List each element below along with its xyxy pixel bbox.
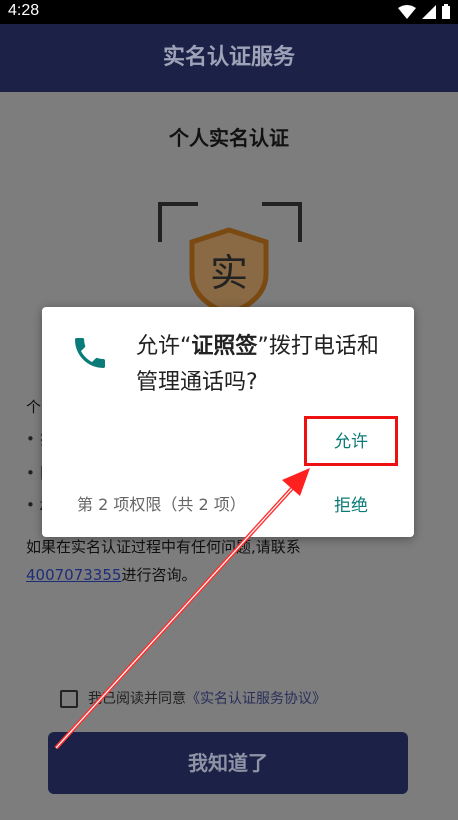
shield-char: 实 xyxy=(210,251,248,295)
status-time: 4:28 xyxy=(8,2,40,19)
agree-checkbox[interactable] xyxy=(60,690,78,708)
ok-button[interactable]: 我知道了 xyxy=(48,732,408,794)
agree-prefix: 我已阅读并同意 xyxy=(88,691,186,707)
deny-button[interactable]: 拒绝 xyxy=(334,491,368,516)
permission-counter: 第 2 项权限（共 2 项） xyxy=(77,495,246,514)
phone-icon xyxy=(75,338,105,368)
intro-text: 个 xyxy=(26,398,42,416)
battery-icon xyxy=(442,4,450,19)
shield-icon: 实 xyxy=(189,227,269,316)
phone-link[interactable]: 4007073355 xyxy=(26,566,121,584)
app-bar: 实名认证服务 xyxy=(0,24,458,92)
signal-icon xyxy=(422,4,436,19)
title-prefix: 允许“ xyxy=(136,334,192,359)
agreement-link[interactable]: 《实名认证服务协议》 xyxy=(186,691,326,707)
app-name: 证照签 xyxy=(191,334,258,359)
contact-text: 如果在实名认证过程中有任何问题,请联系 xyxy=(26,538,301,556)
status-icons xyxy=(398,4,450,19)
dialog-title: 允许“证照签”拨打电话和管理通话吗? xyxy=(136,329,396,401)
status-bar: 4:28 xyxy=(0,0,458,24)
app-title: 实名认证服务 xyxy=(162,45,295,70)
highlight-box xyxy=(304,416,398,466)
contact-line-2: 4007073355进行咨询。 xyxy=(26,564,196,585)
page-heading: 个人实名认证 xyxy=(169,126,289,150)
wifi-icon xyxy=(398,4,416,19)
contact-text-suffix: 进行咨询。 xyxy=(121,566,197,584)
agree-label: 我已阅读并同意《实名认证服务协议》 xyxy=(88,688,326,708)
